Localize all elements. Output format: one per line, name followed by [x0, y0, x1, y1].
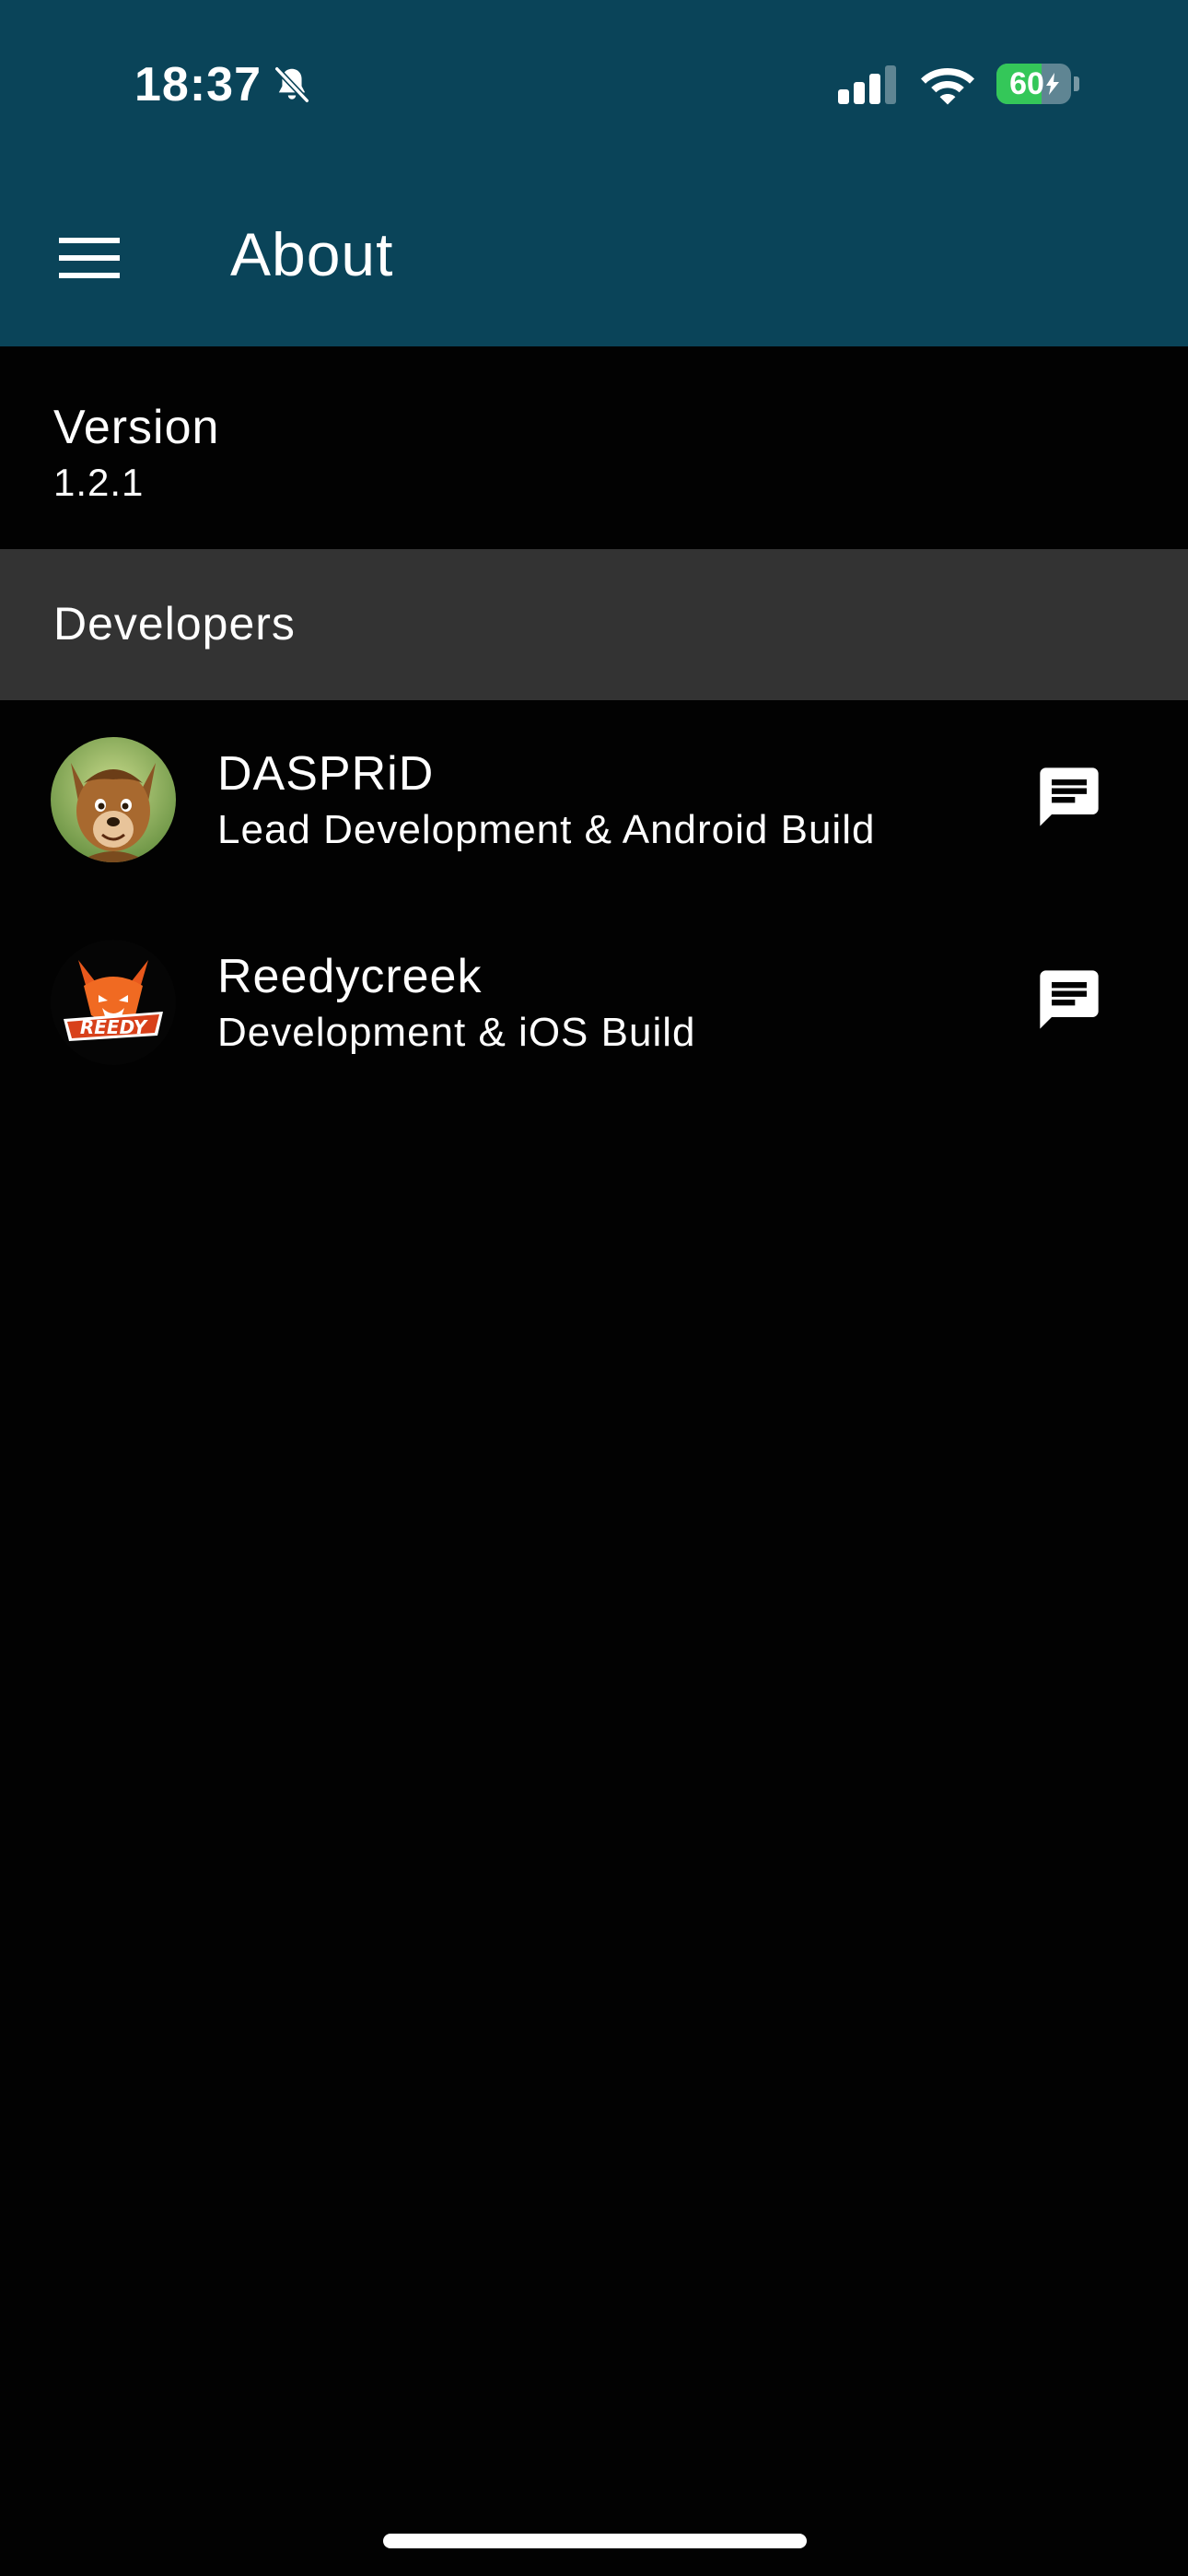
developer-avatar: REEDY	[51, 940, 176, 1065]
svg-text:REEDY: REEDY	[80, 1016, 149, 1038]
fox-logo-avatar-icon: REEDY	[51, 940, 176, 1065]
message-icon	[1040, 767, 1099, 826]
battery-charging-icon: 60	[996, 64, 1079, 104]
developers-section-header: Developers	[0, 549, 1188, 700]
developer-avatar	[51, 737, 176, 862]
bell-slash-icon	[274, 66, 309, 103]
developer-role: Lead Development & Android Build	[217, 807, 876, 852]
developer-row-daspridd[interactable]: DASPRiD Lead Development & Android Build	[0, 700, 1188, 894]
developer-row-reedycreek[interactable]: REEDY Reedycreek Development & iOS Build	[0, 903, 1188, 1096]
status-time-text: 18:37	[134, 58, 262, 111]
app-bar: 18:37 60 About	[0, 0, 1188, 346]
hamburger-menu-icon	[59, 238, 120, 278]
version-label: Version	[53, 401, 220, 454]
message-button[interactable]	[1030, 757, 1109, 837]
hamburger-menu-button[interactable]	[48, 221, 131, 295]
message-button[interactable]	[1030, 960, 1109, 1039]
wifi-icon	[921, 68, 974, 105]
battery-body: 60	[996, 64, 1072, 104]
about-screen: 18:37 60 About Version 1.2.1 Developers …	[0, 0, 1188, 2576]
home-indicator[interactable]	[383, 2534, 807, 2548]
status-bar-indicators: 60	[838, 63, 1079, 105]
developer-name: Reedycreek	[217, 950, 483, 1003]
status-bar-time: 18:37	[134, 57, 313, 112]
message-icon	[1040, 970, 1099, 1029]
battery-label: 60	[996, 64, 1071, 104]
developers-section-label: Developers	[53, 598, 296, 650]
cellular-signal-icon	[838, 65, 896, 104]
wolf-avatar-icon	[51, 737, 176, 862]
charging-bolt-icon	[1045, 73, 1059, 95]
developer-role: Development & iOS Build	[217, 1010, 696, 1055]
battery-cap	[1074, 76, 1079, 91]
version-value: 1.2.1	[53, 461, 145, 504]
page-title: About	[230, 220, 394, 288]
developer-name: DASPRiD	[217, 747, 435, 801]
version-info: Version 1.2.1	[0, 346, 1188, 549]
battery-percent: 60	[1009, 65, 1044, 101]
